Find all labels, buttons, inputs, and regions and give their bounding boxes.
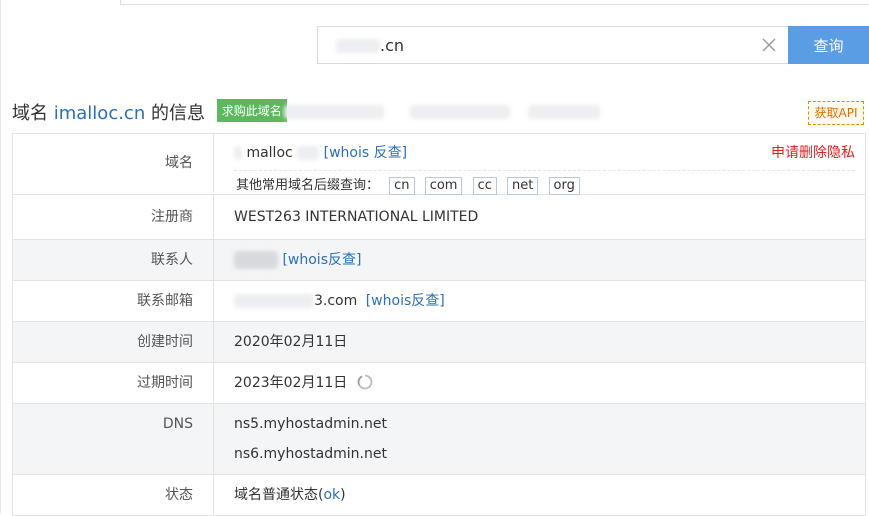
delete-privacy-link[interactable]: 申请删除隐私 xyxy=(771,134,855,172)
contact-whois-link[interactable]: [whois反查] xyxy=(282,252,361,268)
email-cell: 3.com [whois反查] xyxy=(214,281,865,321)
title-domain[interactable]: imalloc.cn xyxy=(54,103,146,124)
search-button[interactable]: 查询 xyxy=(788,26,869,64)
dns-server: ns5.myhostadmin.net xyxy=(234,416,387,432)
dns-row: DNS ns5.myhostadmin.net ns6.myhostadmin.… xyxy=(13,404,865,475)
suffix-net[interactable]: net xyxy=(507,177,539,195)
redacted-domain-suffix xyxy=(297,146,320,160)
registrar-row: 注册商 WEST263 INTERNATIONAL LIMITED xyxy=(13,195,865,240)
top-tab-strip xyxy=(0,0,869,5)
status-ok[interactable]: ok xyxy=(323,487,340,503)
refresh-icon[interactable] xyxy=(357,374,373,390)
email-value: 3.com xyxy=(314,293,358,309)
expire-value: 2023年02月11日 xyxy=(234,375,348,391)
domain-cell: malloc [whois 反查] 申请删除隐私 其他常用域名后缀查询： cn … xyxy=(214,134,865,195)
left-border xyxy=(0,0,1,513)
suffix-query-row: 其他常用域名后缀查询： cn com cc net org xyxy=(234,174,865,195)
active-tab-edge xyxy=(0,0,121,5)
status-close: ) xyxy=(340,487,346,503)
whois-reverse-link[interactable]: [whois 反查] xyxy=(324,145,407,161)
row-label: 域名 xyxy=(13,134,214,192)
clear-icon[interactable] xyxy=(761,37,777,53)
row-label: 状态 xyxy=(13,475,214,515)
page-title-row: 域名 imalloc.cn 的信息 求购此域名 xyxy=(12,98,287,127)
redacted-banner-2 xyxy=(410,105,510,119)
created-row: 创建时间 2020年02月11日 xyxy=(13,322,865,363)
search-input[interactable] xyxy=(318,27,748,63)
redacted-contact-name xyxy=(234,251,278,269)
status-value: 域名普通状态( xyxy=(234,487,324,503)
dns-cell: ns5.myhostadmin.net ns6.myhostadmin.net xyxy=(214,404,865,474)
search-box xyxy=(317,26,788,64)
contact-row: 联系人 [whois反查] xyxy=(13,240,865,281)
email-row: 联系邮箱 3.com [whois反查] xyxy=(13,281,865,322)
redacted-email-local xyxy=(234,294,314,308)
row-label: DNS xyxy=(13,404,214,474)
redacted-banner-3 xyxy=(528,105,600,119)
get-api-button[interactable]: 获取API xyxy=(808,101,864,125)
row-label: 联系邮箱 xyxy=(13,281,214,321)
suffix-org[interactable]: org xyxy=(548,177,580,195)
row-label: 注册商 xyxy=(13,195,214,239)
domain-value: malloc xyxy=(246,145,293,161)
status-row: 状态 域名普通状态(ok) xyxy=(13,475,865,516)
page-title: 域名 imalloc.cn 的信息 xyxy=(12,103,211,124)
row-label: 联系人 xyxy=(13,240,214,280)
suffix-label: 其他常用域名后缀查询： xyxy=(236,178,380,193)
expire-row: 过期时间 2023年02月11日 xyxy=(13,363,865,404)
dns-server: ns6.myhostadmin.net xyxy=(234,446,387,462)
suffix-cn[interactable]: cn xyxy=(389,177,415,195)
registrar-value: WEST263 INTERNATIONAL LIMITED xyxy=(234,209,479,225)
domain-row: 域名 malloc [whois 反查] 申请删除隐私 其他常用域名后缀查询： … xyxy=(13,134,865,195)
expire-cell: 2023年02月11日 xyxy=(214,363,865,403)
row-label: 过期时间 xyxy=(13,363,214,403)
suffix-com[interactable]: com xyxy=(424,177,463,195)
whois-info-table: 域名 malloc [whois 反查] 申请删除隐私 其他常用域名后缀查询： … xyxy=(12,133,866,516)
redacted-banner-1 xyxy=(284,105,384,119)
created-value: 2020年02月11日 xyxy=(234,334,348,350)
contact-cell: [whois反查] xyxy=(214,240,865,280)
title-prefix: 域名 xyxy=(12,103,48,124)
buy-domain-badge[interactable]: 求购此域名 xyxy=(216,98,287,122)
redacted-domain-prefix xyxy=(234,146,242,160)
status-cell: 域名普通状态(ok) xyxy=(214,475,865,515)
suffix-cc[interactable]: cc xyxy=(472,177,497,195)
email-whois-link[interactable]: [whois反查] xyxy=(366,293,445,309)
row-label: 创建时间 xyxy=(13,322,214,362)
title-suffix: 的信息 xyxy=(150,103,205,124)
tab-divider xyxy=(120,4,869,5)
